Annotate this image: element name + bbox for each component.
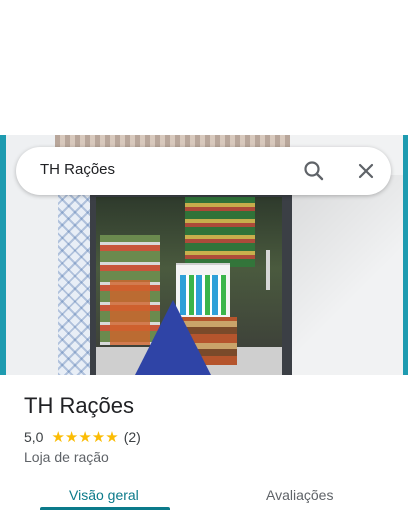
place-title: TH Rações — [24, 393, 135, 418]
place-category[interactable]: Loja de ração — [24, 449, 109, 465]
rating-value: 5,0 — [24, 429, 44, 445]
tab-reviews[interactable]: Avaliações — [266, 487, 333, 503]
photo-awning — [55, 135, 295, 147]
search-box[interactable]: TH Rações — [16, 147, 391, 195]
rating-stars: ★★★★★ — [51, 429, 119, 446]
photo-sign-board — [135, 300, 211, 375]
close-button[interactable] — [352, 157, 380, 185]
search-icon — [304, 161, 324, 181]
review-count[interactable]: (2) — [124, 429, 141, 445]
photo-door-handle — [266, 250, 270, 290]
search-input[interactable]: TH Rações — [40, 161, 115, 178]
photo-shadow — [290, 175, 403, 375]
tab-overview[interactable]: Visão geral — [69, 487, 139, 503]
photo-wall-trim-right — [403, 135, 408, 375]
search-button[interactable] — [300, 157, 328, 185]
map-top-area — [0, 0, 408, 135]
close-icon — [358, 163, 374, 179]
photo-tiles — [58, 190, 92, 375]
photo-back-shelf — [185, 197, 255, 267]
rating-row[interactable]: 5,0 ★★★★★ (2) — [24, 428, 141, 446]
